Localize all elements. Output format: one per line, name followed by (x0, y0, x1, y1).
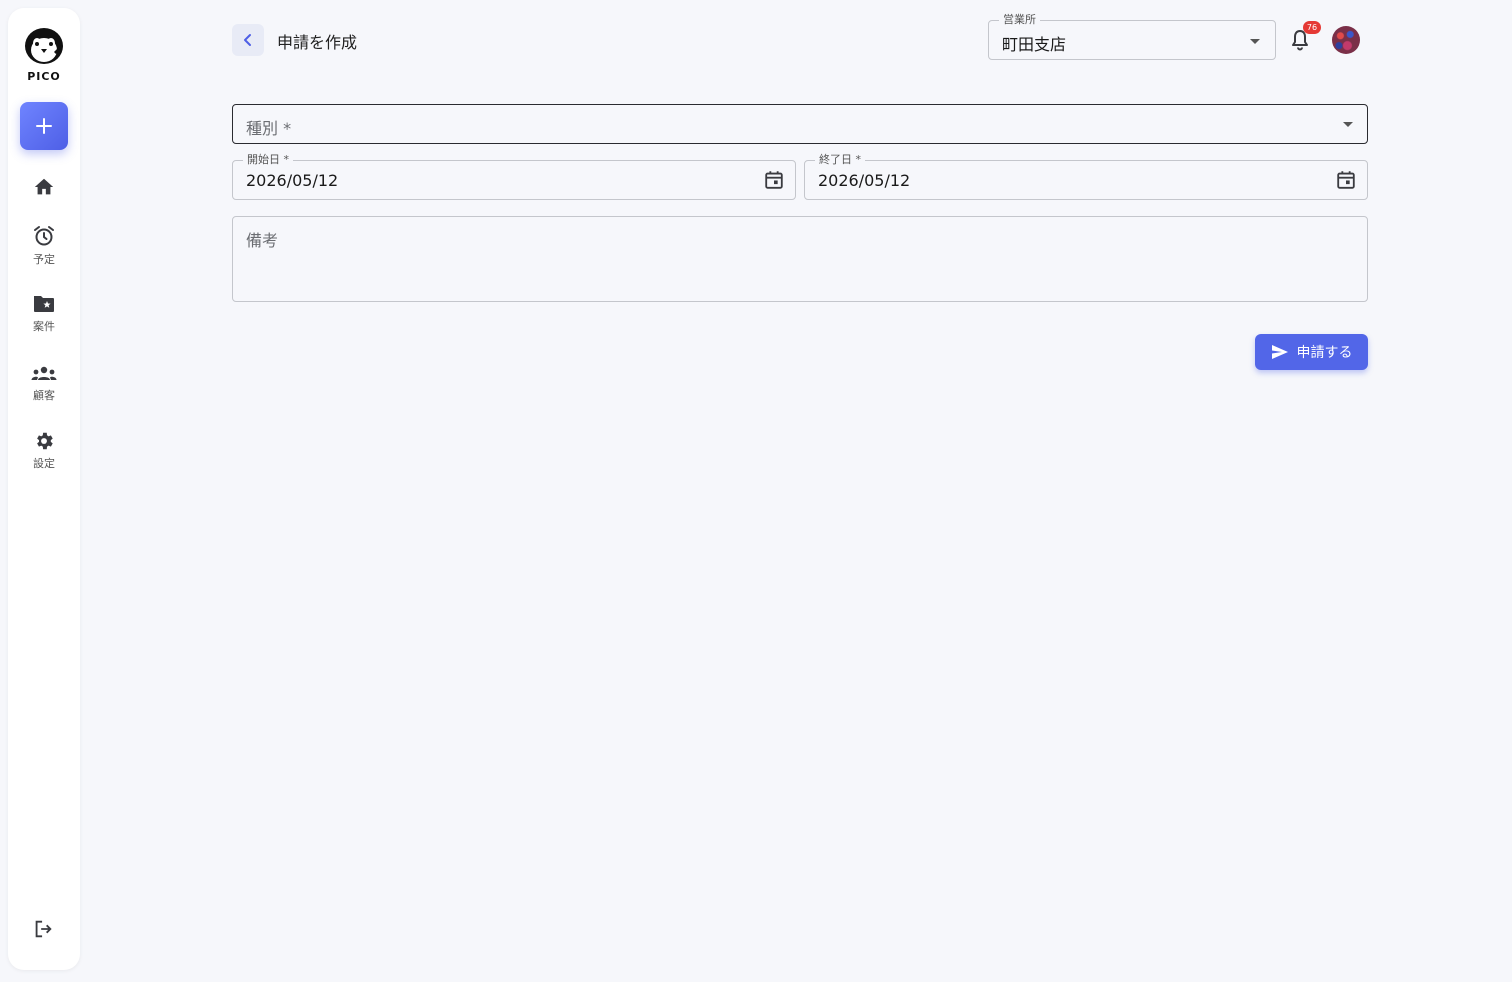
page-title: 申請を作成 (277, 33, 358, 52)
office-select-value: 町田支店 (1002, 35, 1067, 54)
alarm-clock-icon (34, 226, 54, 246)
end-date-value: 2026/05/12 (818, 171, 911, 190)
gear-icon (37, 432, 53, 450)
end-date-label: 終了日 * (815, 153, 865, 167)
start-date-field[interactable]: 開始日 * 2026/05/12 (232, 153, 796, 200)
logo-text: PICO (27, 70, 61, 83)
caret-down-icon (1343, 122, 1353, 127)
submit-button[interactable]: 申請する (1255, 334, 1368, 370)
notes-textarea[interactable]: 備考 (232, 216, 1368, 302)
start-date-value: 2026/05/12 (246, 171, 339, 190)
end-date-field[interactable]: 終了日 * 2026/05/12 (804, 153, 1368, 200)
sidebar-item-label: 予定 (33, 253, 55, 266)
sidebar-item-projects[interactable]: 案件 (8, 293, 80, 334)
groups-icon (31, 366, 57, 380)
logout-button[interactable] (32, 918, 54, 944)
folder-star-icon (34, 296, 54, 312)
penguin-logo-icon (25, 28, 63, 64)
start-date-label: 開始日 * (243, 153, 293, 167)
office-select[interactable]: 営業所 町田支店 (988, 13, 1276, 60)
logo[interactable]: PICO (8, 26, 80, 83)
sidebar-item-home[interactable] (8, 176, 80, 198)
type-select-placeholder: 種別 * (246, 119, 292, 138)
sidebar-item-schedule[interactable]: 予定 (8, 224, 80, 267)
type-select[interactable]: 種別 * (232, 104, 1368, 144)
calendar-icon[interactable] (1335, 169, 1357, 191)
notification-badge: 76 (1303, 21, 1321, 34)
avatar[interactable] (1332, 26, 1360, 54)
sidebar-item-customers[interactable]: 顧客 (8, 364, 80, 403)
create-button[interactable] (20, 102, 68, 150)
logout-icon (35, 920, 52, 938)
send-icon (1271, 345, 1288, 359)
sidebar-item-settings[interactable]: 設定 (8, 430, 80, 471)
sidebar-item-label: 設定 (33, 457, 55, 470)
home-icon (34, 178, 54, 195)
sidebar-item-label: 案件 (33, 320, 55, 333)
caret-down-icon (1250, 39, 1260, 44)
back-button[interactable] (232, 24, 264, 56)
submit-button-label: 申請する (1296, 345, 1353, 361)
calendar-icon[interactable] (763, 169, 785, 191)
office-select-label: 営業所 (999, 13, 1040, 27)
sidebar-item-label: 顧客 (33, 389, 55, 402)
chevron-left-icon (244, 34, 251, 46)
notes-placeholder: 備考 (246, 231, 279, 250)
plus-icon (36, 118, 52, 134)
sidebar: PICO 予定 案件 顧客 設定 (8, 8, 80, 970)
